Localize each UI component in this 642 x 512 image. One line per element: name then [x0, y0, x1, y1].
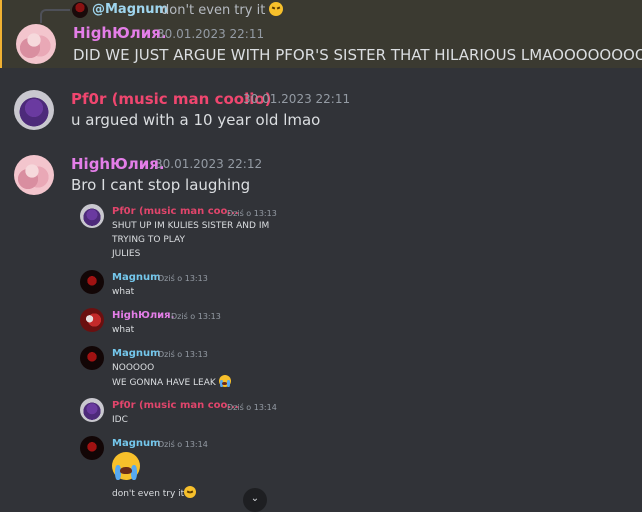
message-text-line: TRYING TO PLAY: [112, 235, 185, 245]
chat-messages: @Magnum don't even try it HighЮлия. 30.0…: [0, 0, 642, 512]
angry-face-icon: [269, 2, 284, 16]
reply-preview[interactable]: don't even try it: [161, 2, 284, 18]
message-author: Magnum: [112, 438, 161, 449]
message-timestamp: 30.01.2023 22:12: [155, 157, 263, 171]
message-text: what: [112, 325, 135, 335]
message-author: Magnum: [112, 272, 161, 283]
reply-author[interactable]: @Magnum: [92, 2, 168, 17]
message-author: HighЮлия.: [112, 310, 175, 321]
message-text-line: don't even try it: [112, 486, 197, 501]
avatar: [80, 436, 104, 460]
message-text-line: WE GONNA HAVE LEAK: [112, 375, 231, 390]
message-text: WE GONNA HAVE LEAK: [112, 378, 216, 388]
message-text: IDC: [112, 415, 128, 425]
message-text-line: NOOOOO: [112, 363, 155, 373]
angry-face-icon: [184, 486, 197, 498]
avatar: [80, 308, 104, 332]
message-timestamp: Dziś o 13:13: [158, 350, 208, 359]
message-text: u argued with a 10 year old lmao: [71, 111, 321, 129]
message-text: don't even try it: [112, 489, 185, 499]
message-timestamp: Dziś o 13:14: [158, 440, 208, 449]
message-timestamp: Dziś o 13:13: [171, 312, 221, 321]
message-timestamp: Dziś o 13:14: [227, 403, 277, 412]
message-author[interactable]: Pf0r (music man coolio): [71, 90, 272, 108]
avatar: [80, 398, 104, 422]
avatar: [80, 346, 104, 370]
message-text: Bro I cant stop laughing: [71, 176, 251, 194]
message-author: Pf0r (music man coo...: [112, 400, 239, 411]
reply-connector: [40, 9, 70, 23]
avatar: [80, 204, 104, 228]
message-text-line: SHUT UP IM KULIES SISTER AND IM: [112, 221, 270, 231]
message-author: Magnum: [112, 348, 161, 359]
message-text-line: JULIES: [112, 249, 141, 259]
message-author[interactable]: HighЮлия.: [73, 24, 167, 42]
reply-text: don't even try it: [161, 3, 266, 18]
reply-avatar[interactable]: [72, 2, 88, 18]
message-highlighted[interactable]: @Magnum don't even try it HighЮлия. 30.0…: [0, 0, 642, 68]
message-author: Pf0r (music man coo...: [112, 206, 239, 217]
message-timestamp: Dziś o 13:13: [158, 274, 208, 283]
avatar[interactable]: [16, 24, 56, 64]
crying-face-icon: [112, 452, 140, 480]
avatar[interactable]: [14, 155, 54, 195]
avatar: [80, 270, 104, 294]
crying-face-icon: [218, 375, 231, 387]
message-timestamp: 30.01.2023 22:11: [157, 27, 265, 41]
message-author[interactable]: HighЮлия.: [71, 155, 165, 173]
avatar[interactable]: [14, 90, 54, 130]
message-timestamp: 30.01.2023 22:11: [243, 92, 351, 106]
chevron-down-icon[interactable]: ⌄: [243, 488, 267, 512]
message-text: DID WE JUST ARGUE WITH PFOR'S SISTER THA…: [73, 46, 642, 64]
message-timestamp: Dziś o 13:13: [227, 209, 277, 218]
message-text: what: [112, 287, 135, 297]
